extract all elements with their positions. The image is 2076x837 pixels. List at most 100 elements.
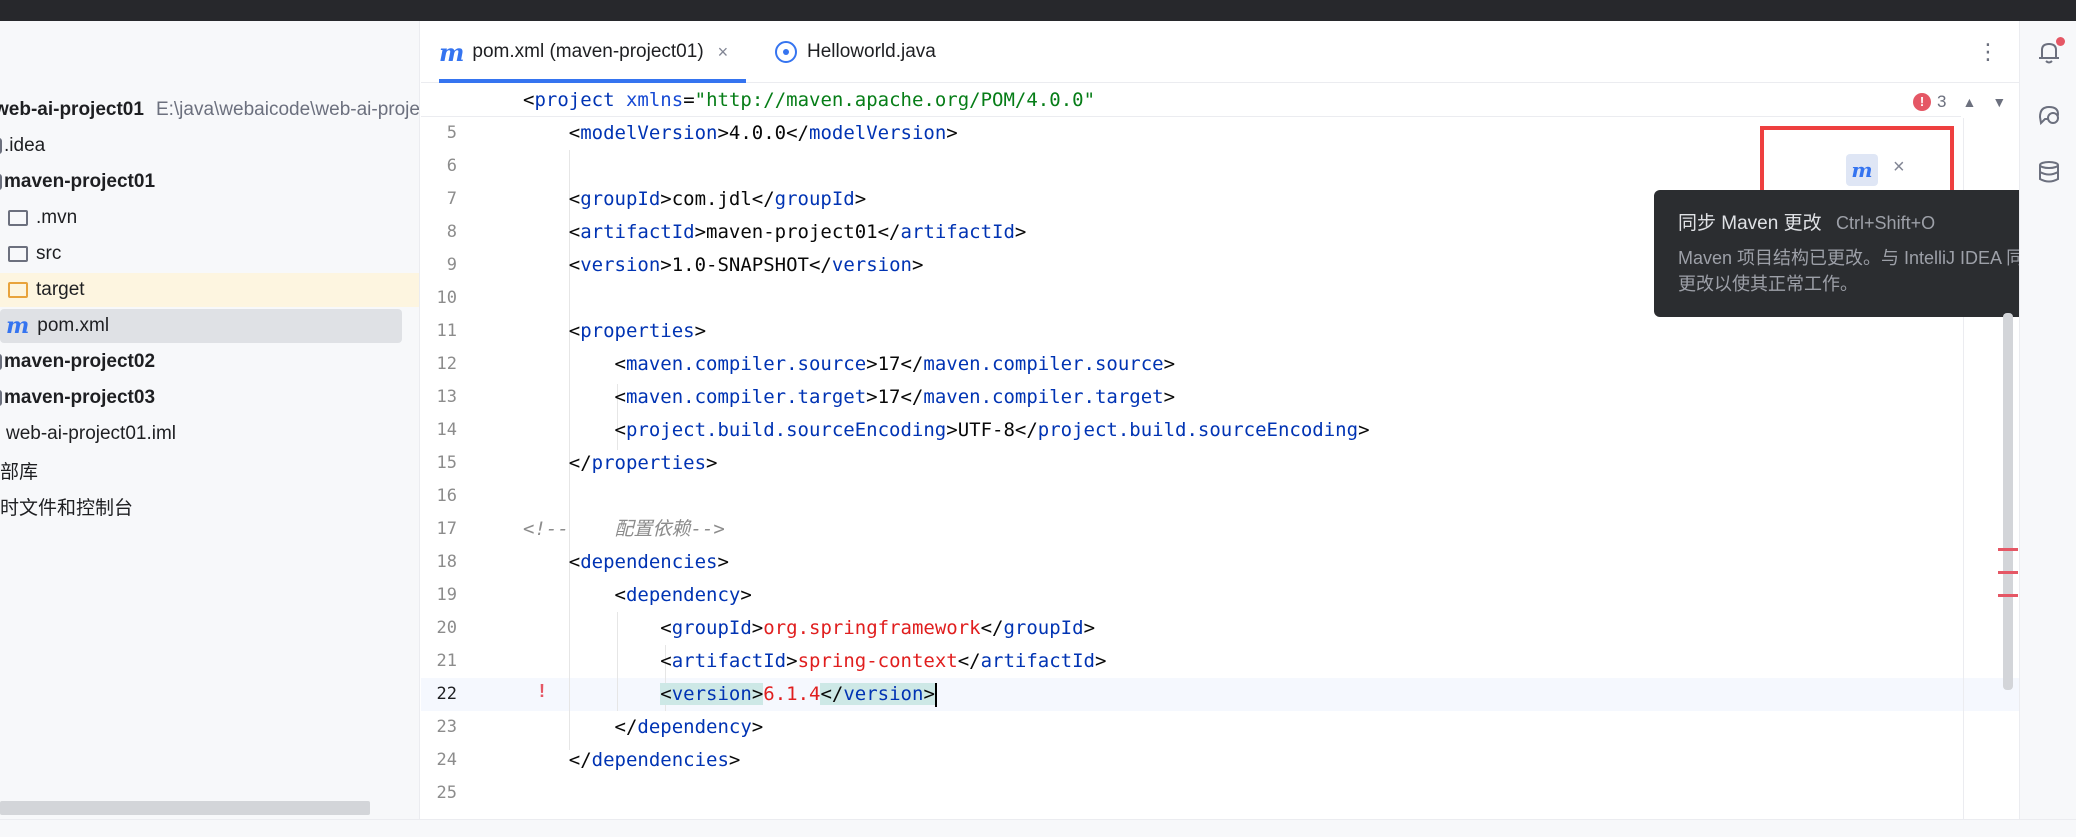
line-number: 13 — [436, 387, 457, 407]
close-icon[interactable]: × — [1893, 156, 1905, 179]
line-number: 17 — [436, 519, 457, 539]
line-number: 22 — [436, 684, 457, 704]
tree-item-target[interactable]: target — [0, 273, 419, 307]
line-number: 10 — [436, 288, 457, 308]
code-line: <groupId>org.springframework</groupId> — [523, 617, 1096, 639]
tree-item-maven-project03[interactable]: maven-project03 — [0, 381, 416, 415]
tree-root-project[interactable]: web-ai-project01 E:\java\webaicode\web-a… — [0, 93, 419, 127]
code-line: <project xmlns="http://maven.apache.org/… — [523, 89, 1096, 111]
code-line: </properties> — [523, 452, 718, 474]
close-icon[interactable]: × — [718, 42, 729, 63]
root-project-name: web-ai-project01 — [0, 99, 144, 120]
code-line: <version>1.0-SNAPSHOT</version> — [523, 254, 924, 276]
tab-helloworld-java[interactable]: Helloworld.java — [775, 21, 936, 83]
java-class-icon — [775, 41, 797, 63]
tree-item-label: 部库 — [0, 461, 39, 483]
tree-item-maven-project01[interactable]: maven-project01 — [0, 165, 416, 199]
line-number: 21 — [436, 651, 457, 671]
line-number: 12 — [436, 354, 457, 374]
right-tool-strip — [2019, 21, 2076, 819]
tree-item-label: src — [36, 243, 62, 264]
tree-item-label: .mvn — [36, 207, 78, 228]
maven-sync-button[interactable]: m — [1846, 154, 1878, 186]
tree-item-mvn[interactable]: .mvn — [8, 201, 419, 235]
folder-icon — [0, 138, 2, 154]
tree-item-label: .idea — [4, 135, 46, 156]
tree-item-external-libraries[interactable]: 部库 — [0, 453, 419, 487]
code-line: <artifactId>spring-context</artifactId> — [523, 650, 1107, 672]
tree-item-iml[interactable]: web-ai-project01.iml — [6, 417, 419, 451]
tree-item-label: 时文件和控制台 — [0, 497, 134, 519]
line-number: 19 — [436, 585, 457, 605]
chevron-down-icon[interactable]: ▼ — [1992, 94, 2006, 110]
tooltip-shortcut: Ctrl+Shift+O — [1836, 213, 1936, 233]
code-line: <maven.compiler.source>17</maven.compile… — [523, 353, 1176, 375]
line-number: 25 — [436, 783, 457, 803]
inspection-widget[interactable]: ! 3 ▲ ▼ — [1913, 92, 2006, 112]
tooltip-title: 同步 Maven 更改 — [1678, 213, 1822, 234]
line-number: 8 — [446, 222, 457, 242]
tree-item-label: pom.xml — [37, 315, 110, 336]
line-number-gutter: 2 5 6 7 8 9 10 11 12 13 14 15 16 17 18 1… — [421, 84, 521, 819]
error-marker[interactable] — [1998, 548, 2018, 551]
code-line: </dependencies> — [523, 749, 741, 771]
editor-tab-bar: m pom.xml (maven-project01) × Helloworld… — [421, 21, 2019, 83]
tree-item-label: web-ai-project01.iml — [6, 423, 177, 444]
code-line: <modelVersion>4.0.0</modelVersion> — [523, 122, 958, 144]
error-icon: ! — [1913, 93, 1931, 111]
tree-item-label: maven-project01 — [4, 171, 156, 192]
line-number: 11 — [436, 321, 457, 341]
code-line: <project.build.sourceEncoding>UTF-8</pro… — [523, 419, 1370, 441]
text-caret — [934, 682, 937, 707]
tree-item-idea[interactable]: .idea — [0, 129, 416, 163]
line-number: 15 — [436, 453, 457, 473]
line-number: 9 — [446, 255, 457, 275]
line-number: 5 — [446, 123, 457, 143]
root-project-path: E:\java\webaicode\web-ai-projec — [155, 99, 420, 120]
line-number: 7 — [446, 189, 457, 209]
tree-item-label: maven-project03 — [4, 387, 156, 408]
module-icon — [0, 354, 2, 370]
error-marker[interactable] — [1998, 571, 2018, 574]
tab-pom-xml[interactable]: m pom.xml (maven-project01) × — [439, 21, 747, 83]
line-number: 24 — [436, 750, 457, 770]
more-options-icon[interactable]: ⋮ — [1977, 39, 1999, 65]
database-icon[interactable] — [2036, 159, 2062, 185]
status-bar — [0, 819, 2076, 837]
tab-label: pom.xml (maven-project01) — [472, 41, 704, 62]
tooltip-body: Maven 项目结构已更改。与 IntelliJ IDEA 同步更改以使其正常工… — [1678, 248, 2043, 294]
line-number: 23 — [436, 717, 457, 737]
tree-item-label: maven-project02 — [4, 351, 156, 372]
notification-badge — [2056, 37, 2065, 46]
module-icon — [0, 174, 2, 190]
error-marker[interactable] — [1998, 594, 2018, 597]
code-line: </dependency> — [523, 716, 764, 738]
line-number: 18 — [436, 552, 457, 572]
code-line: <version>6.1.4</version> — [660, 682, 937, 707]
tree-item-pom-xml[interactable]: m pom.xml — [0, 309, 402, 343]
vertical-scrollbar[interactable] — [2003, 313, 2013, 690]
tree-item-maven-project02[interactable]: maven-project02 — [0, 345, 416, 379]
folder-icon — [8, 282, 28, 298]
maven-file-icon: m — [6, 313, 30, 339]
code-line: <groupId>com.jdl</groupId> — [523, 188, 867, 210]
tree-item-scratches[interactable]: 时文件和控制台 — [0, 489, 419, 523]
chevron-up-icon[interactable]: ▲ — [1962, 94, 1976, 110]
line-number: 14 — [436, 420, 457, 440]
module-icon — [0, 390, 2, 406]
folder-icon — [8, 246, 28, 262]
project-tool-window: web-ai-project01 E:\java\webaicode\web-a… — [0, 21, 420, 819]
maven-file-icon: m — [439, 37, 465, 67]
code-line: <dependencies> — [523, 551, 729, 573]
tree-item-label: target — [36, 279, 85, 300]
tree-item-src[interactable]: src — [8, 237, 419, 271]
code-line: <maven.compiler.target>17</maven.compile… — [523, 386, 1176, 408]
horizontal-scrollbar[interactable] — [0, 801, 370, 815]
tab-label: Helloworld.java — [807, 41, 936, 62]
code-line: <properties> — [523, 320, 707, 342]
error-count: 3 — [1937, 92, 1947, 111]
code-line: <artifactId>maven-project01</artifactId> — [523, 221, 1027, 243]
line-number: 20 — [436, 618, 457, 638]
title-bar — [0, 0, 2076, 21]
ai-chat-icon[interactable] — [2036, 101, 2062, 127]
